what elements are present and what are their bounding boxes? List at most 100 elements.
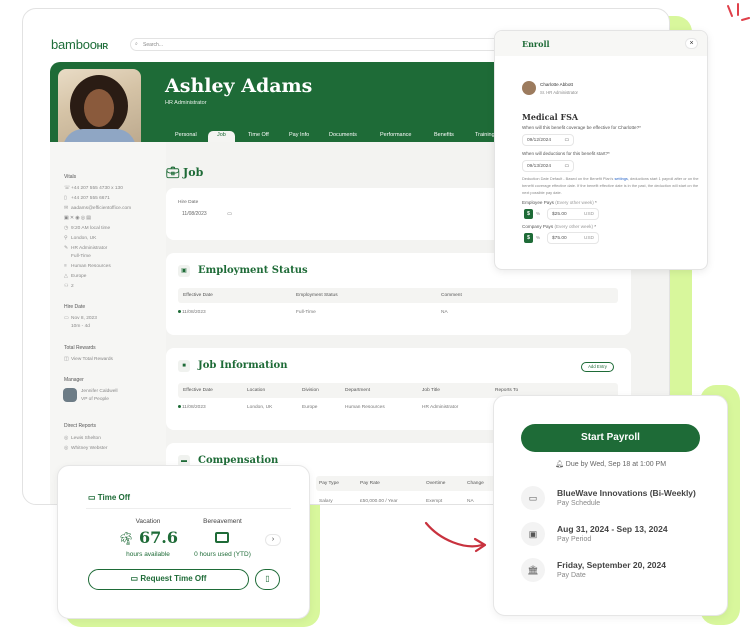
tab-performance[interactable]: Performance — [380, 131, 412, 142]
bereavement-sub: 0 hours used (YTD) — [194, 551, 251, 558]
mail-icon: ✉ — [64, 206, 69, 211]
bank-icon: 🏛︎ — [521, 558, 545, 582]
user-icon: ◎ — [64, 436, 69, 441]
time-off-card: ▭ Time Off Vacation 🌴︎ 67.6 hours availa… — [57, 465, 310, 619]
department: ≡ Human Resources — [64, 264, 111, 269]
hire-date: ▭ Nov 8, 2023 — [64, 316, 97, 321]
pay-period-value: Aug 31, 2024 - Sep 13, 2024 — [557, 524, 668, 534]
settings-link[interactable]: settings — [614, 176, 627, 181]
deduction-date-label: When will deductions for this benefit st… — [522, 151, 610, 156]
company-pays-label: Company Pays (Every other week) * — [522, 224, 597, 229]
search-input[interactable]: ⌕ Search... — [130, 38, 550, 51]
pay-date-label: Pay Date — [557, 572, 586, 579]
id-card-icon: ▣ — [178, 265, 190, 277]
direct-report[interactable]: ◎ Lewis Shelton — [64, 436, 101, 441]
briefcase-icon — [215, 532, 229, 543]
manager-title: VP of People — [81, 397, 109, 402]
location: ⚲ London, UK — [64, 236, 97, 241]
calendar-icon: ▭ — [564, 164, 569, 169]
percent-toggle[interactable]: % — [536, 211, 540, 216]
sparkle-icon — [727, 3, 750, 21]
deduction-note: Deduction Date Default - Based on the Be… — [522, 176, 699, 195]
calculator-button[interactable]: ▯ — [255, 569, 280, 590]
coverage-date-input[interactable]: 09/12/2024 ▭ — [522, 134, 574, 146]
time-off-title: ▭ Time Off — [88, 493, 131, 502]
employee-amount-input[interactable]: $25.00 USD — [547, 208, 599, 220]
table-header: Effective Date Employment Status Comment — [178, 288, 618, 303]
calendar-range-icon: ▣ — [521, 522, 545, 546]
pin-icon: ⚲ — [64, 236, 68, 241]
person-title: Sr. HR Administrator — [540, 90, 578, 95]
job-heading: 💼︎ Job — [166, 166, 204, 179]
calendar-icon: ▭ — [521, 486, 545, 510]
section-title: Employment Status — [198, 265, 308, 276]
search-icon: ⌕ — [135, 41, 138, 47]
vacation-balance: 🌴︎ 67.6 — [118, 528, 178, 547]
calculator-icon: ▯ — [265, 574, 270, 583]
email-link[interactable]: ✉ aadams@efficientoffice.com — [64, 206, 131, 211]
company-amount-input[interactable]: $75.00 USD — [547, 232, 599, 244]
due-date: 🔔︎ Due by Wed, Sep 18 at 1:00 PM — [554, 461, 667, 468]
tab-time-off[interactable]: Time Off — [248, 131, 269, 142]
hire-date-heading: Hire Date — [64, 304, 86, 310]
clock-icon: ◷ — [64, 226, 69, 231]
person-name: Charlotte Abbott — [540, 82, 573, 87]
direct-reports-count: ⚇ 2 — [64, 284, 74, 289]
social-icons[interactable]: ▣ ✕ ◉ ◎ ▤ — [64, 216, 91, 221]
globe-icon: △ — [64, 274, 68, 279]
phone-icon: ☏ — [64, 186, 70, 191]
payroll-card: Start Payroll 🔔︎ Due by Wed, Sep 18 at 1… — [493, 395, 728, 616]
next-button[interactable]: › — [265, 534, 281, 546]
calendar-icon: ▭ — [88, 493, 96, 502]
hire-date-input[interactable]: 11/08/2023 ▭ — [178, 208, 236, 221]
briefcase-icon: 💼︎ — [166, 167, 180, 179]
manager-avatar — [63, 388, 77, 402]
job-title: ✎ HR Administrator — [64, 246, 108, 251]
people-icon: ≡ — [64, 264, 67, 269]
award-icon: ◫ — [64, 357, 69, 362]
pay-period-label: Pay Period — [557, 536, 592, 543]
enroll-modal: Enroll × Charlotte Abbott Sr. HR Adminis… — [494, 30, 708, 270]
calendar-icon: ▭ — [227, 211, 232, 217]
tab-documents[interactable]: Documents — [329, 131, 357, 142]
tenure: 10m - 4d — [71, 324, 90, 329]
add-entry-button[interactable]: Add Entry — [581, 362, 614, 372]
direct-reports-heading: Direct Reports — [64, 423, 96, 429]
start-payroll-button[interactable]: Start Payroll — [521, 424, 700, 452]
sidebar: Vitals ☏+44 207 555 4730 x 130 ▯ +44 207 … — [50, 142, 166, 504]
local-time: ◷ 9:20 AM local time — [64, 226, 111, 231]
arrow-icon — [424, 521, 487, 553]
modal-title: Enroll — [522, 39, 550, 49]
person-avatar — [522, 81, 536, 95]
manager-heading: Manager — [64, 377, 84, 383]
percent-toggle[interactable]: % — [536, 235, 540, 240]
user-icon: ◎ — [64, 446, 69, 451]
calendar-icon: ▭ — [64, 316, 69, 321]
manager-name[interactable]: Jennifer Caldwell — [81, 389, 118, 394]
bell-icon: 🔔︎ — [554, 461, 564, 468]
coverage-date-label: When will this benefit coverage be effec… — [522, 125, 641, 130]
plan-name: Medical FSA — [522, 112, 579, 122]
tab-pay-info[interactable]: Pay Info — [289, 131, 309, 142]
tab-benefits[interactable]: Benefits — [434, 131, 454, 142]
employment-type: Full-Time — [71, 254, 91, 259]
deduction-date-input[interactable]: 09/13/2024 ▭ — [522, 160, 574, 172]
logo: bambooHR — [51, 37, 108, 52]
view-total-rewards-link[interactable]: ◫ View Total Rewards — [64, 357, 113, 362]
total-rewards-heading: Total Rewards — [64, 345, 96, 351]
dollar-toggle[interactable]: $ — [524, 233, 533, 243]
tab-personal[interactable]: Personal — [175, 131, 197, 142]
calendar-clock-icon: ▭ — [130, 574, 139, 583]
dollar-toggle[interactable]: $ — [524, 209, 533, 219]
employee-title: HR Administrator — [165, 100, 207, 106]
org-icon: ⚇ — [64, 284, 69, 289]
request-time-off-button[interactable]: ▭ Request Time Off — [88, 569, 249, 590]
hire-date-label: Hire Date — [178, 200, 199, 205]
direct-report[interactable]: ◎ Whitney Webster — [64, 446, 107, 451]
work-phone: ☏+44 207 555 4730 x 130 — [64, 186, 123, 191]
tab-training[interactable]: Training — [475, 131, 495, 142]
close-button[interactable]: × — [685, 38, 698, 49]
divider — [86, 508, 291, 509]
section-title: Job Information — [198, 360, 288, 371]
wrench-icon: ✎ — [64, 246, 69, 251]
